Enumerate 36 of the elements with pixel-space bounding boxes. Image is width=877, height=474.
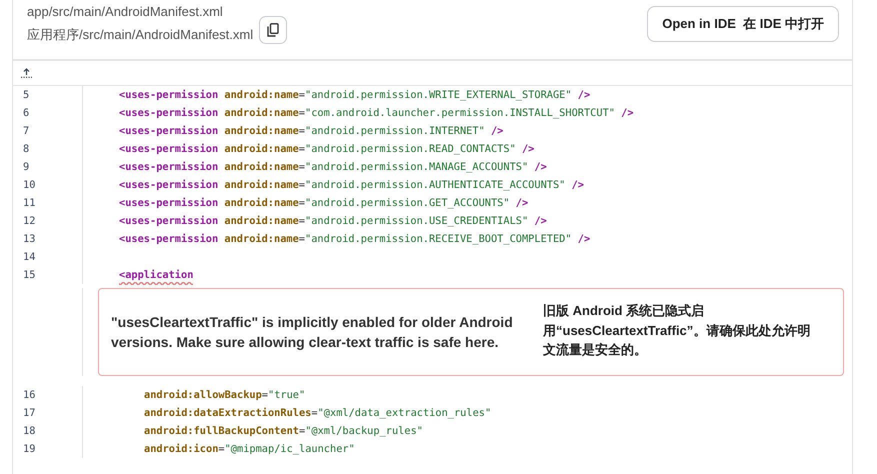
code-line: <uses-permission android:name="android.permission.RECEIVE_BOOT_COMPLETED" />: [119, 232, 590, 247]
file-path-translation: 应用程序/src/main/AndroidManifest.xml: [27, 26, 254, 44]
code-line: <uses-permission android:name="android.permission.AUTHENTICATE_ACCOUNTS" />: [119, 178, 584, 193]
code-line: <uses-permission android:name="android.permission.MANAGE_ACCOUNTS" />: [119, 160, 547, 175]
line-number: 19: [23, 443, 36, 455]
code-line: <uses-permission android:name="android.permission.READ_CONTACTS" />: [119, 142, 534, 157]
code-line: <uses-permission android:name="android.permission.WRITE_EXTERNAL_STORAGE" />: [119, 88, 590, 103]
open-in-ide-button[interactable]: Open in IDE 在 IDE 中打开: [647, 6, 839, 42]
code-line: android:fullBackupContent="@xml/backup_rules": [144, 424, 423, 439]
line-number: 16: [23, 389, 36, 401]
code-line: <uses-permission android:name="android.permission.USE_CREDENTIALS" />: [119, 214, 547, 229]
line-number: 5: [23, 89, 30, 101]
line-number: 18: [23, 425, 36, 437]
code-line: <uses-permission android:name="com.android.launcher.permission.INSTALL_SHORTCUT" />: [119, 106, 634, 121]
code-line: android:allowBackup="true": [144, 388, 306, 403]
line-number: 9: [23, 161, 30, 173]
line-number: 11: [23, 197, 36, 209]
copy-icon: [267, 23, 280, 37]
code-line: <uses-permission android:name="android.permission.GET_ACCOUNTS" />: [119, 196, 528, 211]
copy-button[interactable]: [259, 16, 288, 44]
line-number: 15: [23, 269, 36, 281]
line-number: 12: [23, 215, 36, 227]
line-number: 8: [23, 143, 30, 155]
expand-up-icon[interactable]: [21, 68, 32, 78]
line-number: 10: [23, 179, 36, 191]
warning-message: "usesCleartextTraffic" is implicitly enabled for older Android versions. Make sure allowing clear-text traffic is safe here.: [111, 313, 514, 352]
line-number: 7: [23, 125, 30, 137]
code-line: android:icon="@mipmap/ic_launcher": [144, 442, 355, 457]
line-number: 13: [23, 233, 36, 245]
line-number: 6: [23, 107, 30, 119]
code-line: <uses-permission android:name="android.permission.INTERNET" />: [119, 124, 504, 139]
file-path: app/src/main/AndroidManifest.xml: [27, 4, 224, 19]
code-line: android:dataExtractionRules="@xml/data_extraction_rules": [144, 406, 492, 421]
line-number: 17: [23, 407, 36, 419]
line-number: 14: [23, 251, 36, 263]
warning-message-translation: 旧版 Android 系统已隐式启用“usesCleartextTraffic”。请确保此处允许明文流量是安全的。: [543, 302, 812, 359]
